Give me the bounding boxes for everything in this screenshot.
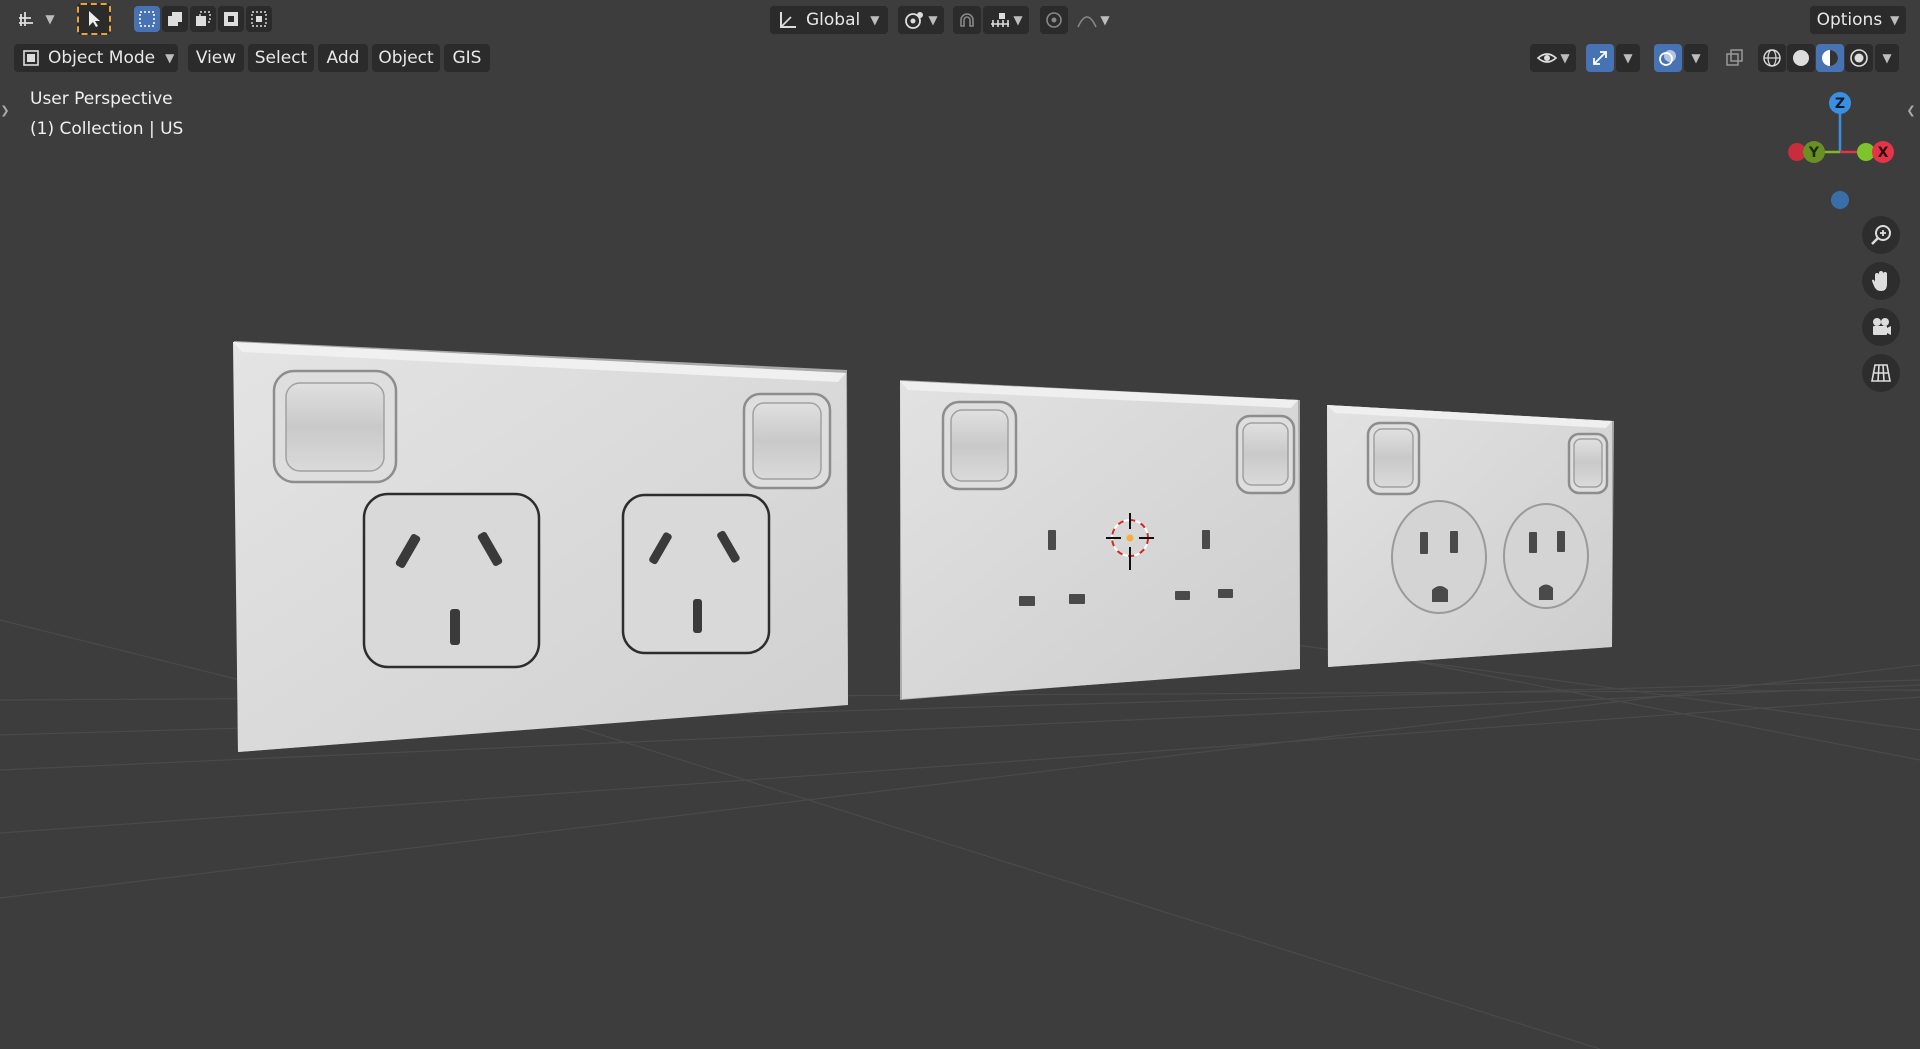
socket-us-left (1391, 500, 1487, 614)
chevron-down-icon: ▼ (870, 13, 880, 27)
select-mode-invert[interactable] (218, 6, 244, 32)
ortho-toggle-button[interactable] (1862, 354, 1900, 392)
select-intersect-icon (251, 11, 267, 27)
socket-au-left (362, 492, 541, 669)
editor-type-button[interactable]: ▼ (14, 5, 58, 33)
falloff-curve-icon (1077, 16, 1098, 28)
material-sphere-icon (1822, 50, 1838, 66)
gizmo-y-label: Y (1808, 145, 1820, 161)
switch-right (742, 392, 832, 490)
select-tool-button[interactable] (77, 3, 111, 35)
chevron-down-icon: ▼ (1560, 51, 1570, 65)
collection-info-label: (1) Collection | US (30, 119, 184, 139)
chevron-down-icon: ▼ (1882, 51, 1892, 65)
menu-select[interactable]: Select (248, 44, 314, 72)
socket-au-right (621, 493, 771, 655)
wireframe-sphere-icon (1763, 49, 1781, 67)
chevron-down-icon: ▼ (45, 12, 55, 26)
select-invert-icon (224, 12, 238, 26)
chevron-down-icon: ▼ (1890, 13, 1900, 27)
overlays-dropdown[interactable]: ▼ (1684, 44, 1708, 72)
outlet-plate-uk[interactable] (900, 380, 1300, 700)
select-mode-new[interactable] (134, 6, 160, 32)
rendered-sphere-icon (1850, 49, 1868, 67)
scene-canvas[interactable]: Z Y X (0, 0, 1920, 1049)
select-extend-icon (168, 12, 182, 26)
object-mode-icon (23, 50, 39, 66)
snap-toggle[interactable] (953, 6, 981, 34)
3d-viewport[interactable]: Z Y X ▼ Global ▼ ▼ ▼ ▼ Options ▼ Object … (0, 0, 1920, 1049)
hand-icon (1872, 271, 1887, 291)
transform-orientation-label: Global (806, 10, 861, 30)
pivot-icon (905, 12, 924, 29)
select-mode-intersect[interactable] (246, 6, 272, 32)
switch-left (941, 400, 1018, 491)
gizmo-arrows-icon (1593, 51, 1607, 65)
sidebar-expand-icon[interactable]: ❮ (1906, 98, 1916, 122)
transform-orientation-dropdown[interactable]: Global ▼ (770, 6, 888, 34)
visibility-dropdown[interactable]: ▼ (1530, 44, 1576, 72)
outlet-plate-au[interactable] (233, 341, 848, 752)
gizmo-dropdown[interactable]: ▼ (1616, 44, 1640, 72)
xray-toggle[interactable] (1720, 44, 1748, 72)
switch-left (1366, 421, 1421, 496)
select-subtract-icon (196, 11, 211, 26)
perspective-grid-icon (1871, 364, 1891, 382)
menu-gis[interactable]: GIS (444, 44, 490, 72)
navigation-gizmo[interactable]: Z Y X (1788, 92, 1894, 209)
switch-right (1567, 432, 1609, 495)
chevron-down-icon: ▼ (1100, 13, 1110, 27)
gizmo-x-label: X (1878, 145, 1889, 161)
chevron-down-icon: ▼ (165, 51, 175, 65)
gizmo-z-label: Z (1835, 96, 1845, 112)
object-mode-dropdown[interactable]: Object Mode ▼ (14, 44, 178, 72)
cursor-arrow-icon (89, 11, 100, 27)
pan-button[interactable] (1862, 262, 1900, 300)
switch-left (272, 369, 398, 484)
grid-axis-icon (19, 12, 34, 26)
chevron-down-icon: ▼ (1623, 51, 1633, 65)
pivot-point-dropdown[interactable]: ▼ (898, 6, 944, 34)
proportional-edit-icon (1046, 12, 1062, 28)
proportional-edit-toggle[interactable] (1040, 6, 1068, 34)
outlet-plate-us[interactable] (1327, 405, 1614, 667)
snap-increment-icon (991, 13, 1010, 27)
select-mode-extend[interactable] (162, 6, 188, 32)
zoom-magnifier-icon (1871, 225, 1891, 245)
overlays-toggle[interactable] (1654, 44, 1682, 72)
options-dropdown[interactable]: Options ▼ (1810, 6, 1906, 34)
shading-dropdown[interactable]: ▼ (1875, 44, 1899, 72)
chevron-down-icon: ▼ (928, 13, 938, 27)
shading-wireframe[interactable] (1758, 44, 1786, 72)
shading-material[interactable] (1816, 44, 1844, 72)
toolbar-expand-icon[interactable]: ❯ (0, 98, 10, 122)
camera-icon (1873, 318, 1891, 335)
switch-right (1235, 414, 1296, 495)
menu-add[interactable]: Add (318, 44, 368, 72)
shading-rendered[interactable] (1845, 44, 1873, 72)
options-label: Options (1816, 10, 1883, 30)
shading-solid[interactable] (1787, 44, 1815, 72)
orientation-axes-icon (780, 12, 796, 28)
chevron-down-icon: ▼ (1013, 13, 1023, 27)
chevron-down-icon: ▼ (1691, 51, 1701, 65)
overlays-icon (1659, 50, 1676, 66)
zoom-button[interactable] (1862, 216, 1900, 254)
menu-view[interactable]: View (188, 44, 244, 72)
magnet-icon (960, 13, 974, 27)
solid-sphere-icon (1793, 50, 1809, 66)
select-mode-subtract[interactable] (190, 6, 216, 32)
select-box-icon (139, 11, 155, 27)
view-perspective-label: User Perspective (30, 89, 173, 109)
socket-us-right (1503, 503, 1589, 609)
eye-icon (1537, 53, 1558, 63)
proportional-falloff-dropdown[interactable]: ▼ (1070, 6, 1116, 34)
gizmo-toggle[interactable] (1586, 44, 1614, 72)
snap-target-dropdown[interactable]: ▼ (983, 6, 1029, 34)
camera-view-button[interactable] (1862, 308, 1900, 346)
menu-object[interactable]: Object (372, 44, 440, 72)
object-mode-label: Object Mode (48, 48, 156, 68)
xray-icon (1726, 49, 1743, 66)
